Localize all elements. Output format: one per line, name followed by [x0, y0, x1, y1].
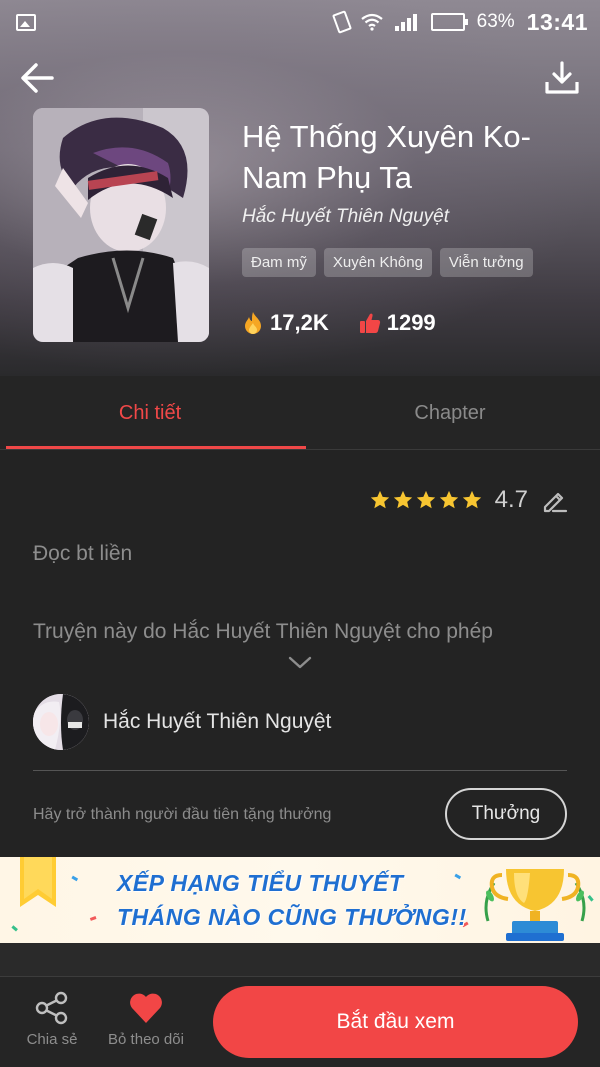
star-icon	[462, 490, 481, 509]
thumbs-up-icon	[359, 313, 380, 333]
tag-list: Đam mỹ Xuyên Không Viễn tưởng	[242, 248, 533, 277]
uploader-name: Hắc Huyết Thiên Nguyệt	[103, 710, 332, 733]
tag-chip[interactable]: Viễn tưởng	[439, 248, 533, 277]
avatar	[33, 694, 89, 750]
edit-icon[interactable]	[540, 486, 568, 514]
reward-button[interactable]: Thưởng	[445, 788, 567, 840]
book-header: 63% 13:41 Hệ Thống Xuyên Ko-Nam Phụ Ta H…	[0, 0, 600, 376]
book-cover	[33, 108, 209, 342]
start-reading-button[interactable]: Bắt đầu xem	[213, 986, 578, 1058]
tab-chapter[interactable]: Chapter	[300, 376, 600, 450]
star-icon	[439, 490, 458, 509]
book-title: Hệ Thống Xuyên Ko-Nam Phụ Ta	[242, 119, 531, 195]
tab-details[interactable]: Chi tiết	[0, 376, 306, 450]
reward-prompt: Hãy trở thành người đầu tiên tặng thưởng	[33, 806, 332, 823]
likes-stat: 1299	[359, 310, 436, 336]
status-bar: 63% 13:41	[0, 0, 600, 44]
detail-panel: 4.7 Đọc bt liền Truyện này do Hắc Huyết …	[0, 450, 600, 856]
rating-value: 4.7	[494, 486, 528, 513]
tag-chip[interactable]: Xuyên Không	[323, 248, 432, 277]
star-icon	[416, 490, 435, 509]
unfollow-button[interactable]: Bỏ theo dõi	[100, 991, 192, 1057]
banner-subtitle: THÁNG NÀO CŨNG THƯỞNG!!	[117, 904, 467, 930]
bottom-action-bar: Chia sẻ Bỏ theo dõi Bắt đầu xem	[0, 977, 600, 1067]
divider	[33, 770, 567, 771]
image-icon	[16, 13, 36, 31]
clock: 13:41	[526, 8, 588, 35]
likes-count: 1299	[386, 310, 436, 335]
vibrate-icon	[331, 10, 352, 34]
trophy-icon	[484, 869, 586, 941]
views-count: 17,2K	[270, 310, 329, 335]
back-arrow-icon[interactable]	[18, 58, 58, 98]
star-icon	[393, 490, 412, 509]
ranking-banner[interactable]: XẾP HẠNG TIỂU THUYẾT THÁNG NÀO CŨNG THƯỞ…	[0, 857, 600, 943]
description-text: Đọc bt liền	[33, 542, 133, 565]
signal-icon	[394, 13, 419, 31]
book-stats: 17,2K 1299	[242, 310, 436, 336]
download-icon[interactable]	[542, 58, 582, 98]
heart-icon	[130, 993, 162, 1023]
battery-icon	[430, 13, 468, 31]
uploader-row[interactable]: Hắc Huyết Thiên Nguyệt	[33, 694, 331, 750]
share-label: Chia sẻ	[26, 1031, 78, 1048]
views-stat: 17,2K	[242, 310, 329, 336]
rating: 4.7	[369, 486, 568, 514]
banner-title: XẾP HẠNG TIỂU THUYẾT	[117, 870, 404, 896]
share-icon	[35, 991, 68, 1025]
fire-icon	[245, 312, 261, 334]
spacer	[0, 943, 600, 977]
chevron-down-icon[interactable]	[288, 656, 312, 670]
share-button[interactable]: Chia sẻ	[18, 991, 86, 1057]
battery-percent: 63%	[476, 11, 515, 32]
description-text: Truyện này do Hắc Huyết Thiên Nguyệt cho…	[33, 620, 493, 643]
tab-bar: Chi tiết Chapter	[0, 376, 600, 450]
rating-stars	[369, 489, 483, 511]
star-icon	[370, 490, 389, 509]
unfollow-label: Bỏ theo dõi	[108, 1031, 184, 1048]
tag-chip[interactable]: Đam mỹ	[242, 248, 316, 277]
wifi-icon	[360, 13, 383, 31]
book-author[interactable]: Hắc Huyết Thiên Nguyệt	[242, 206, 449, 228]
